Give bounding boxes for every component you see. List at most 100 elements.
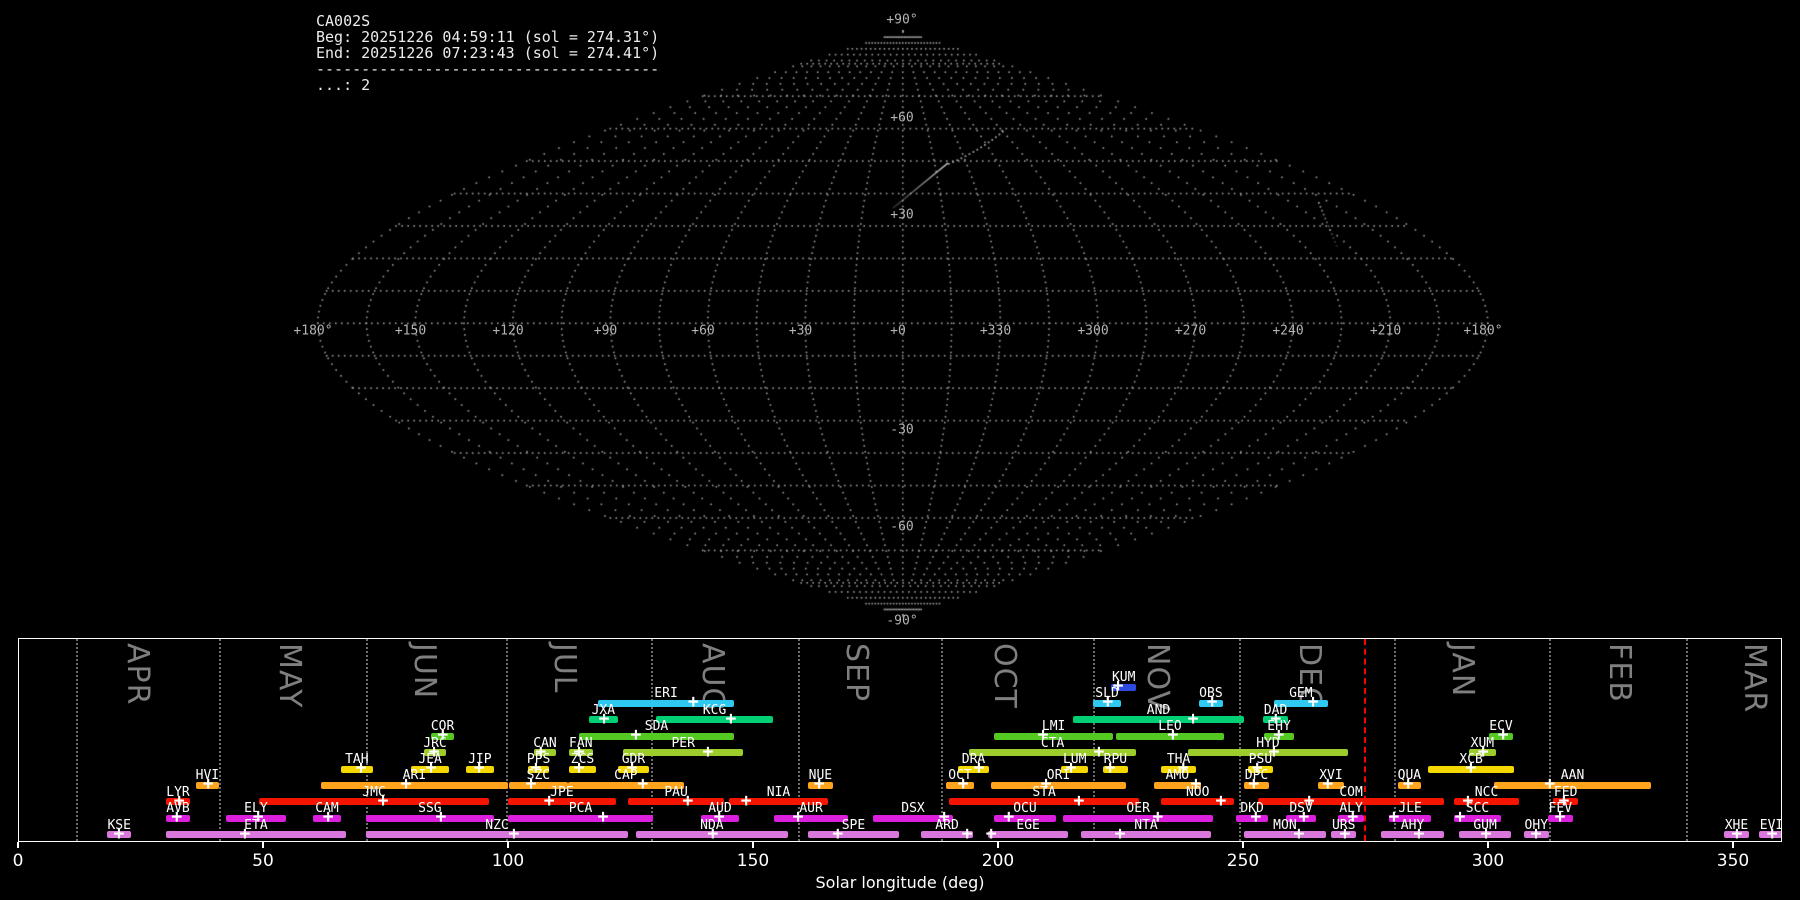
month-label: JAN — [1445, 643, 1480, 698]
shower-label: CAP — [614, 768, 638, 784]
x-tick — [17, 842, 19, 848]
x-tick — [1732, 842, 1734, 848]
peak-marker: + — [687, 691, 699, 713]
peak-marker: + — [1497, 724, 1509, 746]
month-label: MAY — [271, 643, 307, 709]
peak-marker: + — [740, 790, 752, 812]
shower-label: DSX — [901, 801, 925, 817]
peak-marker: + — [355, 757, 367, 779]
month-label: JUN — [406, 643, 442, 700]
map-lon-label: +180° — [1463, 323, 1503, 339]
map-lat-label: -60 — [890, 519, 914, 535]
peak-marker: + — [1167, 724, 1179, 746]
peak-marker: + — [1307, 691, 1319, 713]
peak-marker: + — [682, 790, 694, 812]
peak-marker: + — [171, 806, 183, 828]
peak-marker: + — [1766, 822, 1778, 842]
map-lon-label: +60 — [691, 323, 715, 339]
map-lat-label: +60 — [890, 110, 914, 126]
map-lat-label: -30 — [890, 422, 914, 438]
shower-label: OER — [1126, 801, 1150, 817]
peak-marker: + — [1530, 822, 1542, 842]
month-label: OCT — [986, 643, 1022, 709]
peak-marker: + — [1114, 822, 1126, 842]
map-lat-label: +30 — [890, 207, 914, 223]
peak-marker: + — [597, 806, 609, 828]
separator-line: -------------------------------------- — [316, 60, 660, 78]
x-tick-label: 100 — [491, 851, 525, 871]
month-gridline — [218, 639, 221, 841]
x-tick-label: 250 — [1226, 851, 1260, 871]
peak-marker: + — [1388, 806, 1400, 828]
peak-marker: + — [1003, 806, 1015, 828]
peak-marker: + — [113, 822, 125, 842]
map-pole-label-north: +90° — [886, 12, 918, 28]
month-label: SEP — [838, 643, 874, 703]
x-tick-label: 300 — [1471, 851, 1505, 871]
shower-label: SPE — [841, 817, 866, 833]
peak-marker: + — [1402, 773, 1414, 795]
peak-marker: + — [985, 822, 997, 842]
month-gridline — [651, 639, 654, 841]
shower-label: KCG — [702, 702, 727, 718]
shower-label: AND — [1146, 702, 1171, 718]
x-tick-label: 200 — [981, 851, 1015, 871]
meteor-count: ...: 2 — [316, 76, 371, 94]
peak-marker: + — [525, 773, 537, 795]
x-tick-label: 50 — [252, 851, 274, 871]
month-label: JUL — [546, 643, 582, 694]
x-axis-title: Solar longitude (deg) — [815, 873, 985, 892]
peak-marker: + — [202, 773, 214, 795]
peak-marker: + — [1248, 773, 1260, 795]
shower-label: COM — [1339, 784, 1363, 800]
peak-marker: + — [1293, 822, 1305, 842]
shower-label: OCU — [1013, 801, 1037, 817]
map-lon-label: +120 — [492, 323, 524, 339]
peak-marker: + — [1206, 691, 1218, 713]
meteor-station-display: +90° -90° +60 +30 -30 -60 +180° +150 +120 +90 +60 +… — [0, 0, 1800, 900]
shower-label: CTA — [1040, 735, 1065, 751]
sky-map-canvas — [0, 0, 1800, 640]
peak-marker: + — [957, 773, 969, 795]
peak-marker: + — [832, 822, 844, 842]
peak-marker: + — [973, 757, 985, 779]
shower-label: STA — [1032, 784, 1056, 800]
month-label: MAR — [1737, 643, 1773, 714]
shower-label: AAN — [1560, 768, 1585, 784]
shower-label: JLE — [1398, 801, 1422, 817]
x-tick — [752, 842, 754, 848]
peak-marker: + — [598, 708, 610, 730]
peak-marker: + — [813, 773, 825, 795]
month-label: APR — [120, 643, 156, 706]
x-tick — [262, 842, 264, 848]
current-sol-line — [1363, 639, 1366, 841]
x-tick-label: 350 — [1716, 851, 1750, 871]
peak-marker: + — [1073, 790, 1085, 812]
x-tick — [1487, 842, 1489, 848]
map-lon-label: +180° — [293, 323, 333, 339]
shower-label: SCC — [1465, 801, 1490, 817]
peak-marker: + — [1104, 757, 1116, 779]
map-lon-label: +210 — [1369, 323, 1402, 339]
peak-marker: + — [1187, 708, 1199, 730]
peak-marker: + — [322, 806, 334, 828]
peak-marker: + — [792, 806, 804, 828]
shower-label: ERI — [654, 686, 678, 702]
shower-label: PCA — [568, 801, 593, 817]
peak-marker: + — [1215, 790, 1227, 812]
shower-label: AMO — [1165, 768, 1190, 784]
peak-marker: + — [702, 740, 714, 762]
peak-marker: + — [1731, 822, 1743, 842]
map-lon-label: +330 — [979, 323, 1012, 339]
peak-marker: + — [1250, 806, 1262, 828]
map-lon-label: +300 — [1077, 323, 1109, 339]
peak-marker: + — [1465, 757, 1477, 779]
peak-marker: + — [1413, 822, 1425, 842]
map-lon-label: +270 — [1174, 323, 1207, 339]
peak-marker: + — [239, 822, 251, 842]
shower-label: EGE — [1016, 817, 1040, 833]
x-tick — [507, 842, 509, 848]
shower-label: NZC — [485, 817, 509, 833]
peak-marker: + — [1480, 822, 1492, 842]
peak-marker: + — [435, 806, 447, 828]
